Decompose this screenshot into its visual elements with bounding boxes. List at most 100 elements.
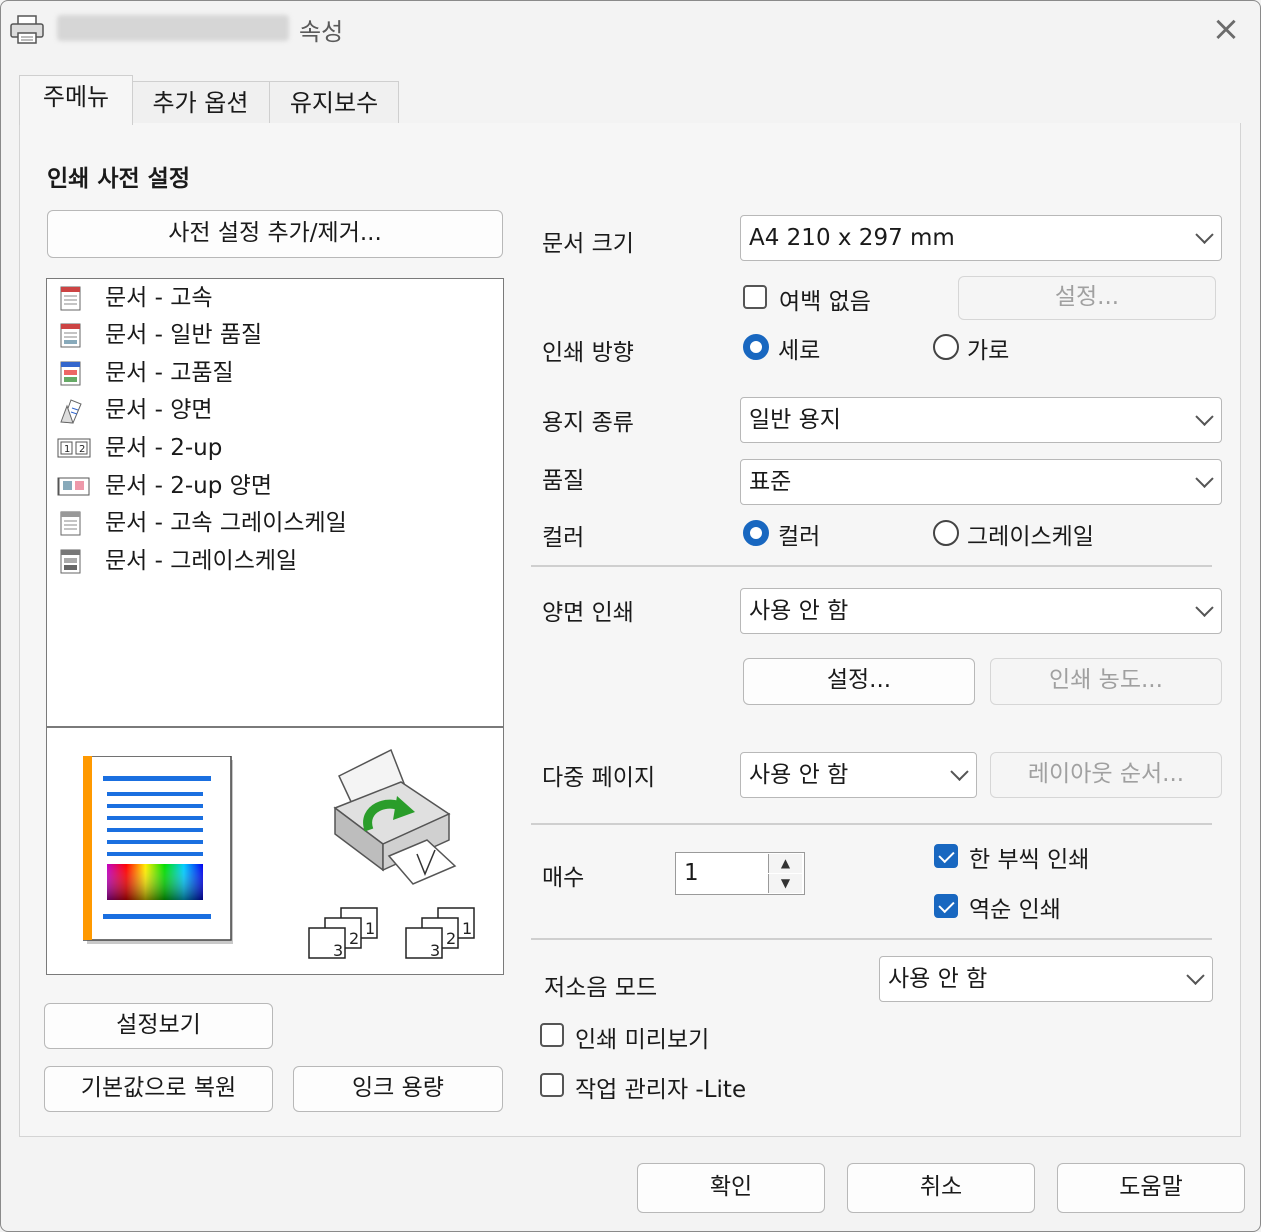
paper-type-value: 일반 용지 (749, 407, 841, 433)
preset-label: 문서 - 고품질 (105, 360, 234, 386)
help-button[interactable]: 도움말 (1057, 1163, 1245, 1213)
color-color-label: 컬러 (778, 524, 821, 550)
preset-label: 문서 - 고속 그레이스케일 (105, 510, 347, 536)
print-preview-checkbox[interactable] (540, 1023, 564, 1047)
quiet-mode-value: 사용 안 함 (888, 966, 988, 992)
quality-label: 품질 (542, 468, 585, 494)
tab-maintenance[interactable]: 유지보수 (269, 81, 399, 124)
paper-type-select[interactable]: 일반 용지 (740, 397, 1222, 443)
duplex-select[interactable]: 사용 안 함 (740, 588, 1222, 634)
paper-type-label: 용지 종류 (542, 410, 634, 436)
chevron-down-icon (1195, 598, 1214, 617)
paper-size-select[interactable]: A4 210 x 297 mm (740, 215, 1222, 261)
chevron-down-icon (1195, 469, 1214, 488)
print-preview-label: 인쇄 미리보기 (575, 1027, 710, 1053)
preset-label: 문서 - 2-up (105, 435, 223, 461)
collate-page-label: 3 (430, 941, 440, 960)
collate-page-label: 1 (365, 919, 375, 938)
spin-down-icon[interactable]: ▼ (768, 874, 802, 893)
document-fast-grayscale-icon (60, 511, 81, 536)
preset-label: 문서 - 고속 (105, 285, 213, 311)
reverse-order-label: 역순 인쇄 (969, 897, 1061, 923)
preset-label: 문서 - 그레이스케일 (105, 548, 298, 574)
preset-label: 문서 - 양면 (105, 397, 213, 423)
printer-app-icon (10, 15, 44, 44)
color-color-radio[interactable] (743, 520, 769, 546)
show-settings-button[interactable]: 설정보기 (44, 1003, 273, 1049)
document-fast-icon (60, 286, 81, 311)
ok-button[interactable]: 확인 (637, 1163, 825, 1213)
svg-text:1: 1 (64, 444, 70, 455)
divider (531, 565, 1212, 567)
collate-page-label: 2 (349, 929, 359, 948)
copies-label: 매수 (542, 865, 585, 891)
window-title: 속성 (299, 18, 344, 46)
color-grayscale-label: 그레이스케일 (967, 524, 1094, 550)
job-monitor-checkbox[interactable] (540, 1073, 564, 1097)
borderless-label: 여백 없음 (779, 289, 871, 315)
tab-main[interactable]: 주메뉴 (19, 75, 133, 125)
preset-list[interactable]: 문서 - 고속 문서 - 일반 품질 문서 - 고품질 문서 - 양면 1 2 … (46, 278, 504, 727)
reverse-stack-icon: 1 2 3 (405, 907, 475, 960)
print-density-button[interactable]: 인쇄 농도... (990, 658, 1222, 705)
collate-page-label: 2 (446, 929, 456, 948)
close-icon[interactable]: × (1204, 7, 1248, 51)
orientation-label: 인쇄 방향 (542, 340, 634, 366)
color-grayscale-radio[interactable] (933, 520, 959, 546)
print-preview-area: 1 2 3 1 2 3 (46, 727, 504, 975)
copies-value: 1 (684, 860, 699, 886)
svg-text:2: 2 (79, 444, 85, 455)
multi-page-value: 사용 안 함 (749, 762, 849, 788)
layout-order-button[interactable]: 레이아웃 순서... (990, 752, 1222, 798)
chevron-down-icon (950, 762, 969, 781)
preset-label: 문서 - 2-up 양면 (105, 473, 272, 499)
printer-rotate-icon (333, 748, 457, 885)
document-grayscale-icon (60, 549, 81, 574)
quality-value: 표준 (749, 469, 792, 495)
duplex-label: 양면 인쇄 (542, 600, 634, 626)
tab-more-options[interactable]: 추가 옵션 (131, 81, 270, 124)
document-normal-icon (60, 323, 81, 348)
add-remove-preset-button[interactable]: 사전 설정 추가/제거... (47, 210, 503, 258)
job-monitor-label: 작업 관리자 -Lite (575, 1077, 747, 1103)
borderless-checkbox[interactable] (743, 285, 767, 309)
reverse-order-checkbox[interactable] (934, 894, 958, 918)
duplex-value: 사용 안 함 (749, 598, 849, 624)
borderless-settings-button[interactable]: 설정... (958, 276, 1216, 320)
presets-heading: 인쇄 사전 설정 (47, 166, 190, 192)
orientation-landscape-radio[interactable] (933, 334, 959, 360)
spin-up-icon[interactable]: ▲ (768, 854, 802, 873)
document-high-quality-icon (60, 361, 81, 386)
copies-spinbox[interactable]: 1 ▲ ▼ (675, 852, 805, 895)
document-2up-icon: 12 (57, 438, 91, 458)
collate-label: 한 부씩 인쇄 (969, 847, 1090, 873)
page-preview-icon (83, 756, 233, 944)
collate-checkbox[interactable] (934, 844, 958, 868)
document-2up-duplex-icon (57, 477, 90, 496)
ink-levels-button[interactable]: 잉크 용량 (293, 1066, 503, 1112)
duplex-settings-button[interactable]: 설정... (743, 658, 975, 705)
chevron-down-icon (1195, 225, 1214, 244)
properties-window: 속성 × 주메뉴 추가 옵션 유지보수 인쇄 사전 설정 사전 설정 추가/제거… (0, 0, 1261, 1232)
title-bar[interactable]: 속성 × (1, 1, 1260, 57)
color-label: 컬러 (542, 525, 585, 551)
multi-page-select[interactable]: 사용 안 함 (740, 752, 977, 798)
printer-name-redacted (57, 15, 289, 41)
paper-size-value: A4 210 x 297 mm (749, 225, 955, 251)
quiet-mode-label: 저소음 모드 (544, 975, 658, 1001)
cancel-button[interactable]: 취소 (847, 1163, 1035, 1213)
quiet-mode-select[interactable]: 사용 안 함 (879, 956, 1213, 1002)
chevron-down-icon (1195, 407, 1214, 426)
orientation-landscape-label: 가로 (967, 338, 1010, 364)
restore-defaults-button[interactable]: 기본값으로 복원 (44, 1066, 273, 1112)
collate-stack-icon: 1 2 3 (308, 907, 378, 960)
quality-select[interactable]: 표준 (740, 459, 1222, 505)
orientation-portrait-radio[interactable] (743, 334, 769, 360)
document-duplex-icon (60, 399, 82, 424)
preset-label: 문서 - 일반 품질 (105, 322, 263, 348)
paper-size-label: 문서 크기 (542, 231, 634, 257)
chevron-down-icon (1186, 966, 1205, 985)
collate-page-label: 3 (333, 941, 343, 960)
divider (531, 938, 1212, 940)
orientation-portrait-label: 세로 (778, 338, 821, 364)
